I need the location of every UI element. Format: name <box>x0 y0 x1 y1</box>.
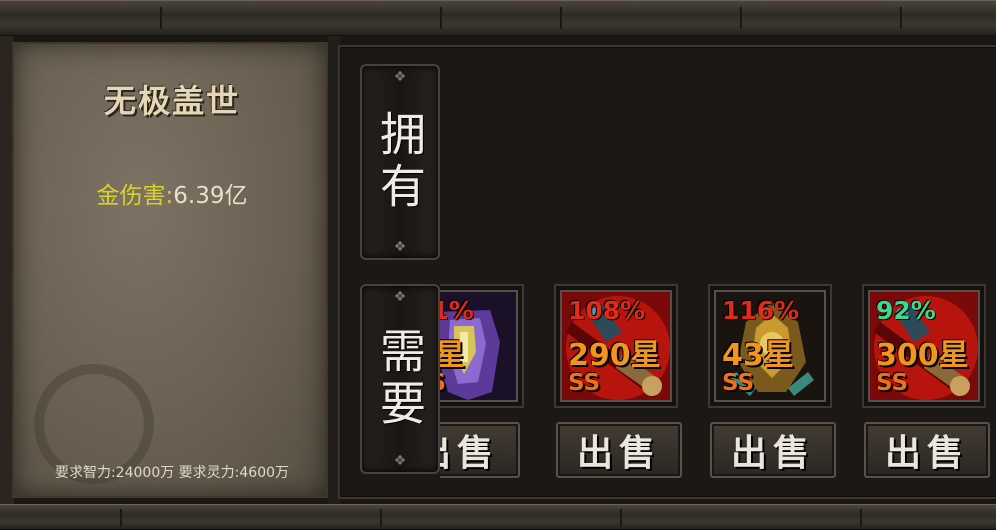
required-label: 需要 <box>373 327 427 431</box>
item-card[interactable]: 108% 290星 SS <box>554 284 678 408</box>
damage-stat: 金伤害:6.39亿 <box>14 176 330 210</box>
item-slot: 116% 43星 SS <box>714 290 826 402</box>
ornament-icon: ❖ <box>393 289 407 305</box>
item-slot: 92% 300星 SS <box>868 290 980 402</box>
sell-button[interactable]: 出售 <box>710 422 836 478</box>
item-grade: SS <box>722 370 755 396</box>
sell-button[interactable]: 出售 <box>864 422 990 478</box>
sell-button[interactable]: 出售 <box>440 422 520 478</box>
item-percent: 108% <box>568 296 646 325</box>
item-slot: 108% 290星 SS <box>560 290 672 402</box>
ornament-icon: ❖ <box>393 69 407 85</box>
item-grade: SS <box>440 370 446 396</box>
ornament-icon: ❖ <box>393 239 407 255</box>
ornament-icon: ❖ <box>393 453 407 469</box>
top-frame-bar <box>0 0 996 36</box>
item-card[interactable]: 116% 43星 SS <box>708 284 832 408</box>
item-percent: 116% <box>722 296 800 325</box>
item-info-panel: 无极盖世 金伤害:6.39亿 要求智力:24000万 要求灵力:4600万 <box>12 42 328 498</box>
item-slot: 11% 4星 SS <box>440 290 518 402</box>
damage-stat-value: 6.39亿 <box>173 183 248 209</box>
item-star-level: 290星 <box>568 338 661 373</box>
item-star-level: 43星 <box>722 338 794 373</box>
item-card[interactable]: 11% 4星 SS <box>440 284 524 408</box>
item-star-level: 300星 <box>876 338 969 373</box>
owned-label-plate: ❖ 拥有 ❖ <box>360 64 440 260</box>
item-grade: SS <box>568 370 601 396</box>
item-percent: 92% <box>876 296 936 325</box>
item-percent: 11% <box>440 296 474 325</box>
item-title: 无极盖世 <box>103 82 240 120</box>
requirements-text: 要求智力:24000万 要求灵力:4600万 <box>54 465 290 481</box>
sell-button[interactable]: 出售 <box>556 422 682 478</box>
required-label-plate: ❖ 需要 ❖ <box>360 284 440 474</box>
bottom-frame-bar <box>0 504 996 530</box>
item-grade: SS <box>876 370 909 396</box>
damage-stat-label: 金伤害: <box>96 183 174 209</box>
owned-label: 拥有 <box>373 110 427 214</box>
item-card[interactable]: 92% 300星 SS <box>862 284 986 408</box>
item-row: 11% 4星 SS 108% 290星 SS <box>440 270 996 502</box>
item-star-level: 4星 <box>440 330 465 374</box>
